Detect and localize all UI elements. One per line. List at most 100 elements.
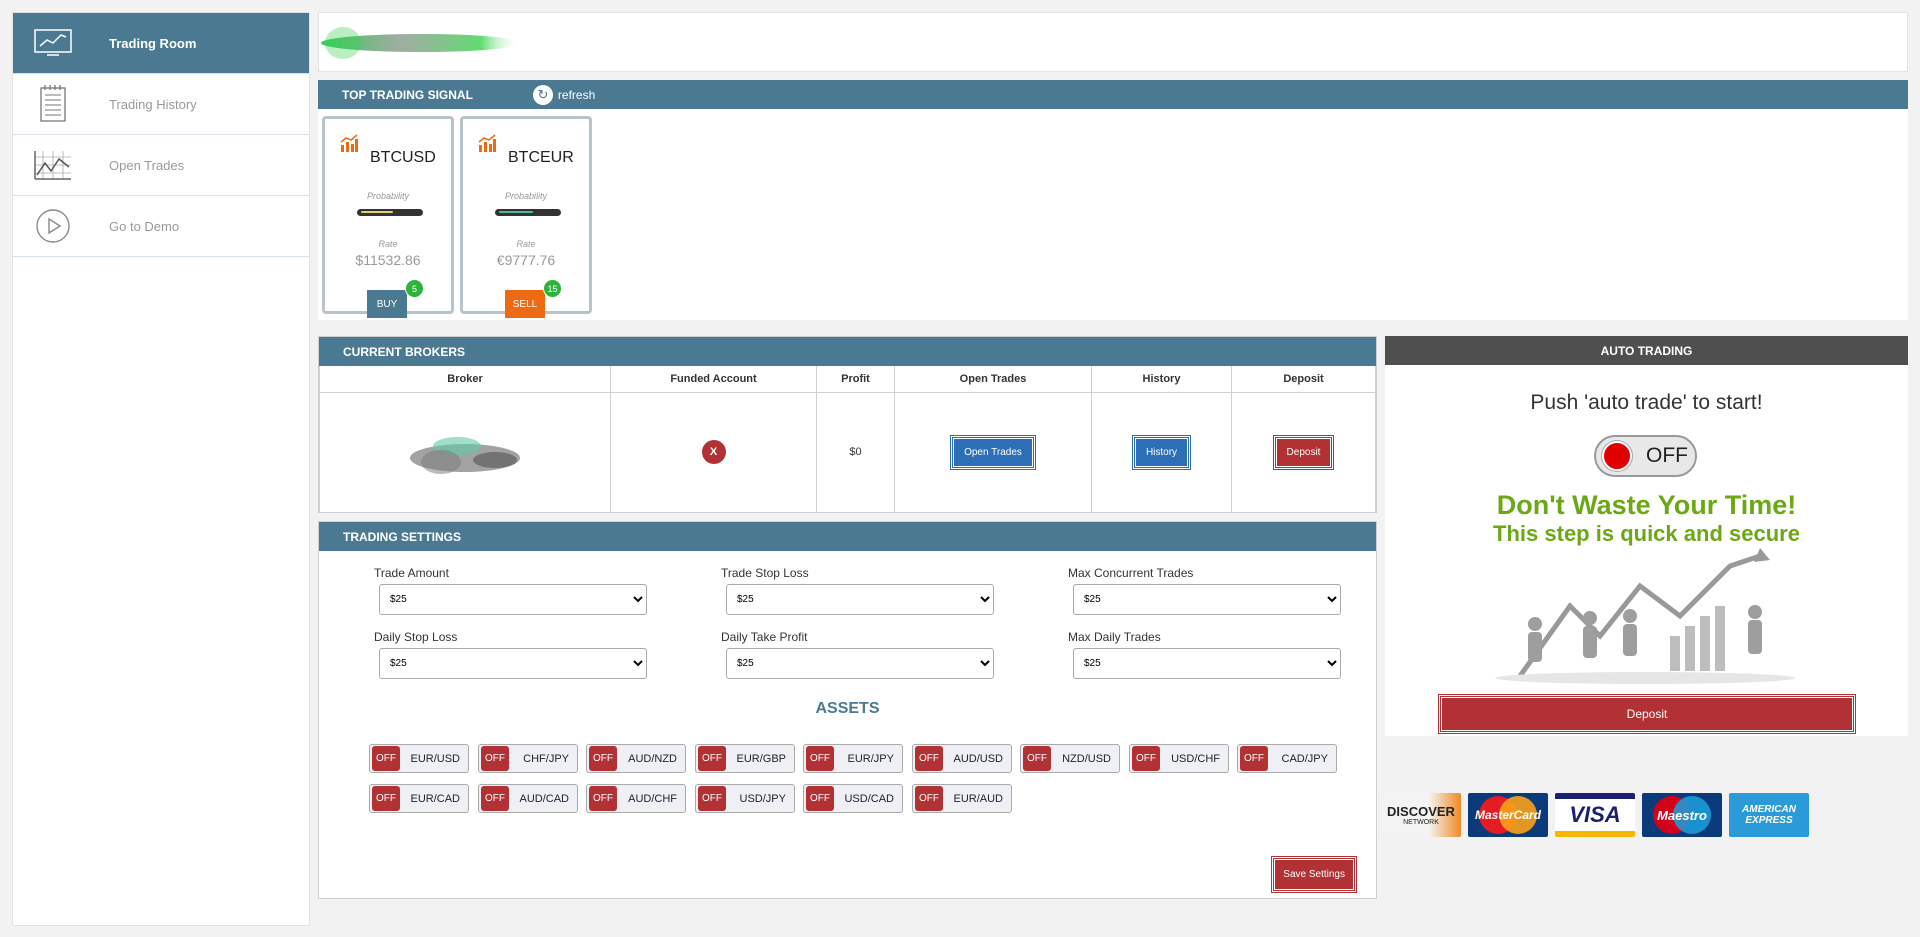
probability-bar	[357, 209, 423, 216]
daily-take-profit-select[interactable]: $25	[726, 648, 994, 679]
panel-title: TOP TRADING SIGNAL	[342, 87, 473, 102]
asset-name: CAD/JPY	[1281, 752, 1328, 765]
asset-toggle: OFF NZD/USD	[1020, 744, 1120, 773]
promo-illustration	[1480, 546, 1810, 686]
asset-toggle: OFF AUD/NZD	[586, 744, 686, 773]
trade-graph-icon	[13, 135, 83, 196]
field-label: Daily Take Profit	[721, 630, 808, 644]
max-daily-trades-select[interactable]: $25	[1073, 648, 1341, 679]
signal-pair: BTCUSD	[370, 149, 436, 166]
discover-card-logo: DISCOVER NETWORK	[1381, 793, 1461, 837]
toggle-knob	[1602, 441, 1632, 471]
asset-name: AUD/USD	[953, 752, 1003, 765]
amex-card-logo: AMERICAN EXPRESS	[1729, 793, 1809, 837]
asset-name: USD/JPY	[739, 792, 786, 805]
signal-rate: €9777.76	[496, 252, 556, 268]
asset-name: CHF/JPY	[523, 752, 569, 765]
sidebar-item-label: Trading Room	[109, 35, 197, 51]
toggle-state: OFF	[1646, 444, 1688, 467]
sidebar-item-label: Open Trades	[109, 157, 185, 173]
asset-toggle: OFF EUR/CAD	[369, 784, 469, 813]
daily-take-profit-field: Daily Take Profit $25	[721, 630, 994, 679]
asset-off-button[interactable]: OFF	[372, 746, 400, 771]
sidebar: Trading Room Trading History Open Trades…	[12, 12, 310, 926]
trade-stop-loss-select[interactable]: $25	[726, 584, 994, 615]
asset-toggle: OFF AUD/USD	[912, 744, 1012, 773]
panel-header: AUTO TRADING	[1385, 336, 1908, 365]
asset-off-button[interactable]: OFF	[481, 786, 509, 811]
auto-trading-panel: AUTO TRADING Push 'auto trade' to start!…	[1385, 336, 1908, 736]
top-trading-signal-panel: TOP TRADING SIGNAL ↻ refresh BTCUSD Prob…	[318, 80, 1908, 320]
max-concurrent-trades-select[interactable]: $25	[1073, 584, 1341, 615]
refresh-button[interactable]: ↻ refresh	[532, 84, 596, 105]
asset-name: EUR/GBP	[736, 752, 786, 765]
asset-off-button[interactable]: OFF	[1132, 746, 1160, 771]
panel-title: CURRENT BROKERS	[343, 344, 466, 359]
asset-toggle: OFF USD/JPY	[695, 784, 795, 813]
card-name: DISCOVER	[1387, 804, 1455, 819]
asset-name: USD/CAD	[844, 792, 894, 805]
card-sub: EXPRESS	[1745, 815, 1793, 826]
asset-off-button[interactable]: OFF	[589, 746, 617, 771]
promo-subheadline: This step is quick and secure	[1493, 521, 1800, 546]
asset-toggle: OFF EUR/AUD	[912, 784, 1012, 813]
signal-card-btcusd: BTCUSD Probability Rate $11532.86 BUY 5	[322, 116, 454, 318]
panel-title: TRADING SETTINGS	[343, 529, 462, 544]
sidebar-item-open-trades[interactable]: Open Trades	[13, 135, 309, 196]
asset-off-button[interactable]: OFF	[915, 746, 943, 771]
panel-header: CURRENT BROKERS	[319, 337, 1376, 366]
trade-amount-select[interactable]: $25	[379, 584, 647, 615]
daily-stop-loss-select[interactable]: $25	[379, 648, 647, 679]
asset-toggle: OFF EUR/USD	[369, 744, 469, 773]
sidebar-item-trading-room[interactable]: Trading Room	[13, 13, 309, 74]
max-daily-trades-field: Max Daily Trades $25	[1068, 630, 1341, 679]
refresh-label: refresh	[557, 87, 596, 102]
sidebar-item-go-to-demo[interactable]: Go to Demo	[13, 196, 309, 257]
auto-trading-deposit-button[interactable]: Deposit	[1438, 694, 1856, 734]
sell-button[interactable]: SELL	[505, 290, 545, 318]
asset-toggle: OFF USD/CAD	[803, 784, 903, 813]
asset-off-button[interactable]: OFF	[1023, 746, 1051, 771]
bar-chart-icon	[339, 133, 359, 158]
mastercard-logo: MasterCard	[1468, 793, 1548, 837]
card-name: MasterCard	[1474, 808, 1542, 822]
column-header: Broker	[319, 366, 611, 393]
history-cell: History	[1091, 391, 1232, 512]
field-label: Daily Stop Loss	[374, 630, 458, 644]
card-name: VISA	[1569, 802, 1621, 827]
asset-off-button[interactable]: OFF	[698, 786, 726, 811]
deposit-button[interactable]: Deposit	[1272, 434, 1335, 470]
asset-name: AUD/CAD	[519, 792, 569, 805]
asset-off-button[interactable]: OFF	[481, 746, 509, 771]
card-name: Maestro	[1657, 807, 1707, 823]
asset-off-button[interactable]: OFF	[915, 786, 943, 811]
asset-off-button[interactable]: OFF	[589, 786, 617, 811]
signal-rate: $11532.86	[355, 252, 421, 268]
notepad-icon	[13, 74, 83, 135]
deposit-cell: Deposit	[1231, 391, 1376, 512]
asset-name: EUR/USD	[410, 752, 460, 765]
broker-logo	[395, 436, 535, 489]
auto-trade-toggle[interactable]: OFF	[1594, 435, 1697, 477]
probability-label: Probability	[504, 191, 548, 201]
open-trades-button[interactable]: Open Trades	[950, 434, 1036, 470]
asset-off-button[interactable]: OFF	[806, 786, 834, 811]
play-icon	[13, 196, 83, 257]
max-concurrent-trades-field: Max Concurrent Trades $25	[1068, 566, 1341, 615]
panel-header: TRADING SETTINGS	[319, 522, 1376, 551]
probability-bar-fill	[499, 211, 533, 213]
signal-pair: BTCEUR	[508, 149, 574, 166]
asset-off-button[interactable]: OFF	[372, 786, 400, 811]
save-settings-button[interactable]: Save Settings	[1271, 856, 1357, 893]
column-header: History	[1091, 366, 1232, 393]
asset-name: NZD/USD	[1062, 752, 1111, 765]
asset-name: AUD/CHF	[628, 792, 677, 805]
card-sub: NETWORK	[1403, 819, 1439, 826]
asset-off-button[interactable]: OFF	[1240, 746, 1268, 771]
buy-button[interactable]: BUY	[367, 290, 407, 318]
history-button[interactable]: History	[1131, 434, 1192, 470]
sidebar-item-trading-history[interactable]: Trading History	[13, 74, 309, 135]
asset-off-button[interactable]: OFF	[806, 746, 834, 771]
broker-cell	[319, 391, 611, 512]
asset-off-button[interactable]: OFF	[698, 746, 726, 771]
